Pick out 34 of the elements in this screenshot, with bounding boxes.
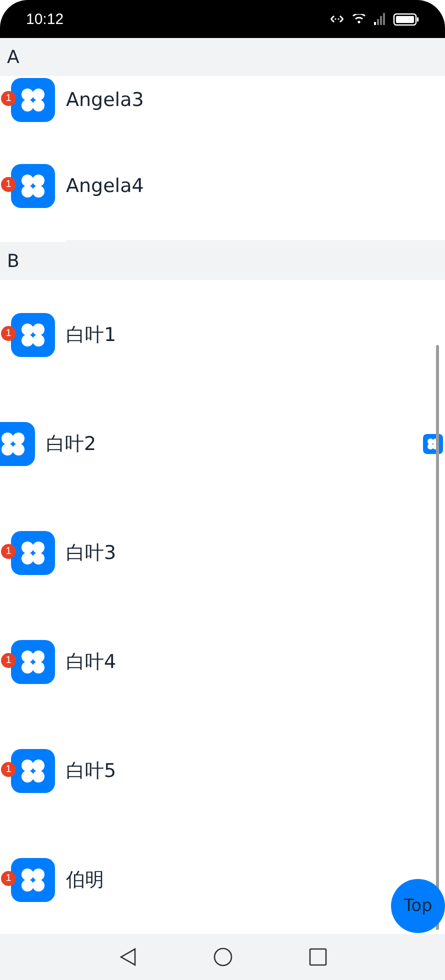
unread-count: 1 [1,326,16,340]
clover-app-icon [11,640,55,684]
unread-count: 1 [1,870,16,886]
status-time: 10:12 [26,10,64,28]
contact-name[interactable]: 白叶3 [66,540,116,566]
home-icon[interactable] [212,947,232,967]
clover-app-icon [11,530,55,574]
battery-icon [393,12,419,26]
scrollbar[interactable] [436,345,439,930]
back-icon[interactable] [118,947,138,967]
unread-count: 1 [1,544,16,558]
contact-name[interactable]: Angela3 [66,89,144,111]
top-button[interactable]: Top [391,879,445,933]
clover-app-icon [11,748,55,792]
signal-icon [374,13,385,25]
unread-count: 1 [1,91,16,106]
contact-name[interactable]: 白叶1 [66,322,116,348]
contact-name[interactable]: 伯明 [66,866,104,892]
contact-name[interactable]: 白叶5 [66,758,116,784]
clover-app-icon [11,858,55,902]
data-transfer-icon [330,15,344,23]
clover-app-icon [11,78,55,122]
unread-count: 1 [1,176,16,192]
wifi-icon [352,14,366,24]
section-letter: B [7,250,20,272]
section-letter: A [7,46,20,68]
contact-name[interactable]: 白叶2 [46,430,96,456]
unread-count: 1 [1,652,16,668]
clover-app-icon [11,312,55,356]
recents-icon[interactable] [308,947,328,967]
contact-name[interactable]: 白叶4 [66,648,116,674]
contact-name[interactable]: Angela4 [66,174,144,196]
unread-count: 1 [1,762,16,776]
clover-app-icon [11,164,55,208]
